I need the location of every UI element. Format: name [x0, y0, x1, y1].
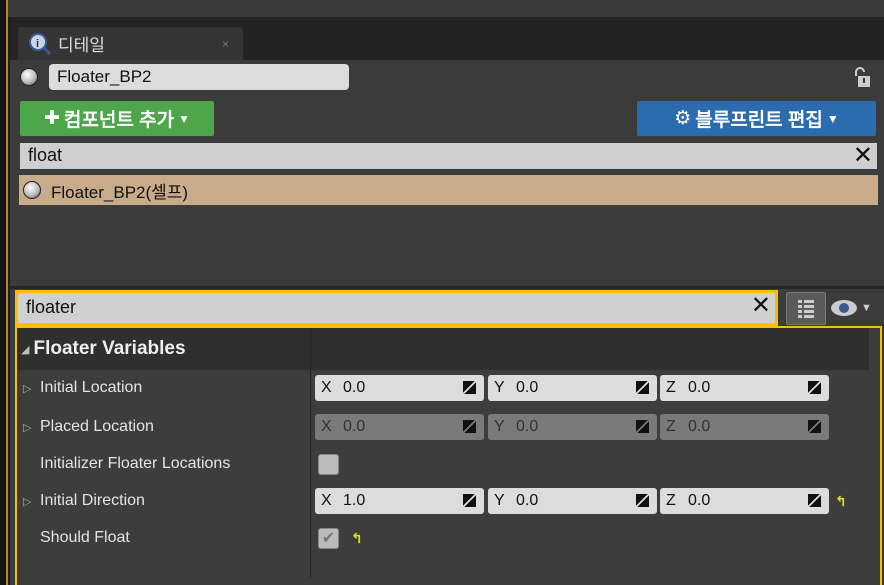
- category-title: Floater Variables: [33, 338, 186, 359]
- z-field[interactable]: Z 0.0: [660, 488, 829, 514]
- spin-icon: [636, 420, 649, 433]
- dropdown-arrow-icon: ▼: [861, 302, 872, 314]
- property-label: Initializer Floater Locations: [40, 455, 231, 472]
- tree-item-label: Floater_BP2(셀프): [51, 182, 189, 202]
- spin-icon: [808, 494, 821, 507]
- x-field[interactable]: X 1.0: [315, 488, 484, 514]
- y-field: Y 0.0: [488, 414, 657, 440]
- actor-name-input[interactable]: Floater_BP2: [49, 64, 349, 90]
- clear-search-icon[interactable]: ✕: [751, 291, 771, 320]
- spin-icon: [463, 381, 476, 394]
- category-floater-variables[interactable]: ◢ Floater Variables: [17, 328, 869, 370]
- details-search-value: floater: [26, 297, 77, 317]
- view-options-button[interactable]: ▼: [830, 297, 876, 319]
- grid-list-icon: [798, 299, 814, 318]
- component-search-input[interactable]: float ✕: [20, 141, 877, 170]
- unlock-icon[interactable]: [852, 66, 872, 88]
- spin-icon: [808, 420, 821, 433]
- x-field[interactable]: X 0.0: [315, 375, 484, 401]
- property-label: Initial Location: [40, 379, 143, 396]
- dropdown-arrow-icon: ▼: [826, 111, 839, 126]
- spin-icon: [636, 381, 649, 394]
- y-field[interactable]: Y 0.0: [488, 375, 657, 401]
- details-magnifier-icon: i: [29, 32, 52, 55]
- collapse-arrow-icon: ◢: [21, 343, 30, 356]
- splitter[interactable]: [10, 286, 884, 289]
- spin-icon: [463, 420, 476, 433]
- svg-text:i: i: [36, 38, 39, 50]
- property-row-should-float: Should Float ✔ ↰: [17, 521, 869, 555]
- property-label: Should Float: [40, 529, 130, 546]
- gears-icon: ⚙: [674, 108, 692, 129]
- z-field[interactable]: Z 0.0: [660, 375, 829, 401]
- edit-blueprint-button[interactable]: ⚙ 블루프린트 편집 ▼: [637, 101, 876, 136]
- actor-sphere-icon: [20, 68, 38, 86]
- actor-sphere-icon: [23, 181, 41, 199]
- z-field: Z 0.0: [660, 414, 829, 440]
- plus-icon: ✚: [44, 108, 60, 129]
- property-label: Placed Location: [40, 418, 154, 435]
- component-search-value: float: [28, 145, 63, 165]
- property-label: Initial Direction: [40, 492, 145, 509]
- tab-close-button[interactable]: ×: [222, 37, 229, 51]
- edit-blueprint-label: 블루프린트 편집: [695, 110, 823, 131]
- details-search-input[interactable]: floater ✕: [15, 290, 778, 326]
- add-component-button[interactable]: ✚ 컴포넌트 추가 ▼: [20, 101, 214, 136]
- clear-search-icon[interactable]: ✕: [853, 141, 873, 170]
- property-row-initial-location: ▷ Initial Location X 0.0 Y 0.0 Z 0.0: [17, 371, 869, 405]
- component-tree-item[interactable]: Floater_BP2(셀프): [19, 175, 878, 205]
- x-field: X 0.0: [315, 414, 484, 440]
- add-component-label: 컴포넌트 추가: [63, 110, 175, 131]
- expand-arrow-icon[interactable]: ▷: [23, 495, 31, 508]
- top-bar: [8, 0, 884, 17]
- y-field[interactable]: Y 0.0: [488, 488, 657, 514]
- property-row-initializer-floater-locations: Initializer Floater Locations: [17, 447, 869, 481]
- spin-icon: [636, 494, 649, 507]
- property-row-placed-location: ▷ Placed Location X 0.0 Y 0.0 Z 0.0: [17, 410, 869, 444]
- property-matrix-button[interactable]: [786, 292, 826, 325]
- expand-arrow-icon[interactable]: ▷: [23, 382, 31, 395]
- expand-arrow-icon[interactable]: ▷: [23, 421, 31, 434]
- left-edge: [0, 0, 8, 585]
- dropdown-arrow-icon: ▼: [178, 111, 190, 126]
- tab-details[interactable]: i 디테일 ×: [18, 27, 243, 60]
- property-row-initial-direction: ▷ Initial Direction X 1.0 Y 0.0 Z 0.0 ↰: [17, 484, 869, 518]
- reset-to-default-icon[interactable]: ↰: [351, 530, 363, 547]
- reset-to-default-icon[interactable]: ↰: [835, 493, 847, 510]
- spin-icon: [463, 494, 476, 507]
- checkbox-checked[interactable]: ✔: [318, 527, 339, 549]
- eye-icon: [831, 300, 857, 316]
- checkbox[interactable]: [318, 453, 339, 475]
- spin-icon: [808, 381, 821, 394]
- tab-label: 디테일: [58, 36, 105, 55]
